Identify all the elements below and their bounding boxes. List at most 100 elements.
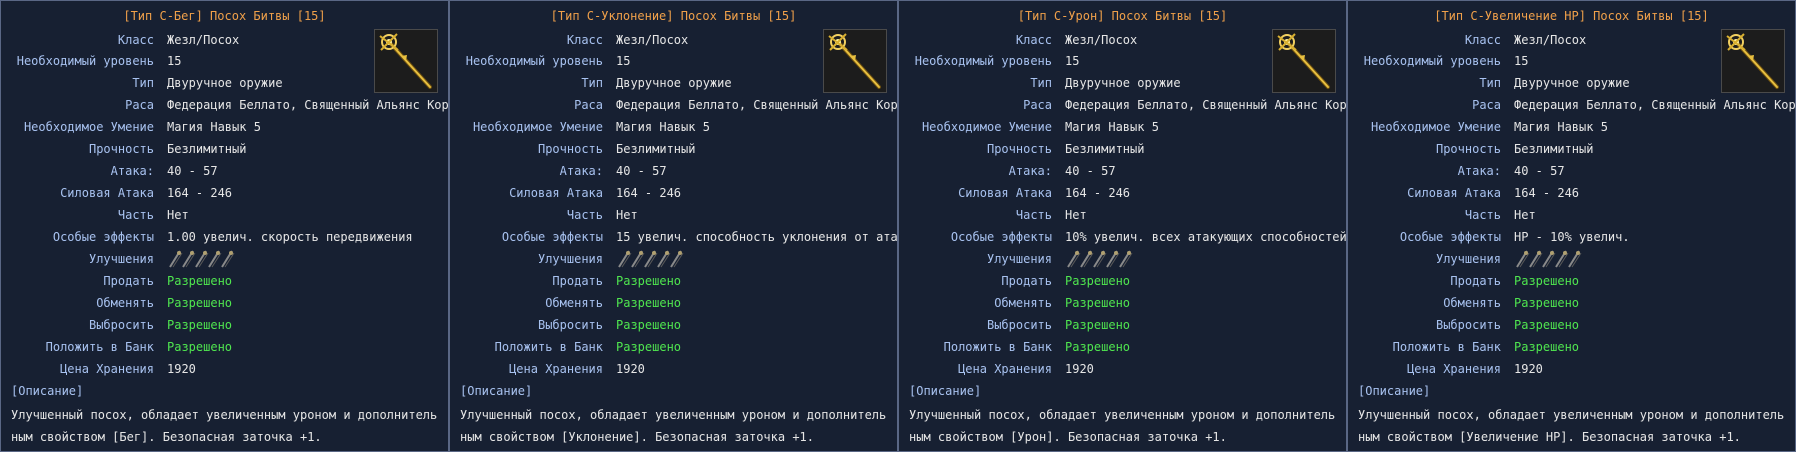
drop-label: Выбросить	[88, 318, 154, 332]
force-attack-value: 164 - 246	[1065, 186, 1131, 200]
level-value: 15	[167, 54, 182, 68]
drop-value: Разрешено	[616, 318, 682, 332]
description-text: Улучшенный посох, обладает увеличенным у…	[11, 408, 438, 444]
storage-price-value: 1920	[616, 362, 645, 376]
durability-value: Безлимитный	[167, 142, 247, 156]
storage-price-value: 1920	[1514, 362, 1543, 376]
bank-value: Разрешено	[616, 340, 682, 354]
attack-value: 40 - 57	[616, 164, 667, 178]
upgrades-label: Улучшения	[88, 252, 154, 266]
force-attack-value: 164 - 246	[616, 186, 682, 200]
part-label: Часть	[1464, 208, 1501, 222]
item-icon-frame	[1272, 29, 1336, 93]
trade-value: Разрешено	[616, 296, 682, 310]
item-tooltip-panel: [Тип С-Уклонение] Посох Битвы [15] Класс…	[449, 0, 898, 452]
force-attack-label: Силовая Атака	[1407, 186, 1501, 200]
golden-staff-icon	[1273, 30, 1335, 92]
upgrades-label: Улучшения	[537, 252, 603, 266]
level-value: 15	[616, 54, 631, 68]
sell-label: Продать	[1001, 274, 1052, 288]
attack-label: Атака:	[559, 164, 603, 178]
attack-label: Атака:	[110, 164, 154, 178]
skill-value: Магия Навык 5	[167, 120, 261, 134]
durability-label: Прочность	[537, 142, 603, 156]
level-label: Необходимый уровень	[465, 54, 603, 68]
trade-label: Обменять	[545, 296, 603, 310]
type-value: Двуручное оружие	[1065, 76, 1181, 90]
item-title: [Тип С-Бег] Посох Битвы [15]	[123, 9, 326, 23]
description-heading: [Описание]	[1358, 384, 1431, 398]
race-label: Раса	[125, 98, 154, 112]
golden-staff-icon	[375, 30, 437, 92]
bank-label: Положить в Банк	[943, 340, 1052, 354]
item-tooltip-list: [Тип С-Бег] Посох Битвы [15] Класс Жезл/…	[0, 0, 1796, 452]
class-value: Жезл/Посох	[1065, 33, 1138, 47]
skill-label: Необходимое Умение	[23, 120, 154, 134]
force-attack-label: Силовая Атака	[60, 186, 154, 200]
trade-label: Обменять	[994, 296, 1052, 310]
attack-value: 40 - 57	[1514, 164, 1565, 178]
sell-label: Продать	[1450, 274, 1501, 288]
force-attack-value: 164 - 246	[1514, 186, 1580, 200]
item-title: [Тип С-Урон] Посох Битвы [15]	[1017, 9, 1228, 23]
effects-label: Особые эффекты	[1399, 230, 1501, 244]
part-value: Нет	[1065, 208, 1087, 222]
class-label: Класс	[117, 33, 154, 47]
effects-label: Особые эффекты	[501, 230, 603, 244]
trade-label: Обменять	[1443, 296, 1501, 310]
trade-value: Разрешено	[1065, 296, 1131, 310]
class-value: Жезл/Посох	[1514, 33, 1587, 47]
part-label: Часть	[566, 208, 603, 222]
race-label: Раса	[1472, 98, 1501, 112]
storage-price-label: Цена Хранения	[60, 362, 154, 376]
item-title: [Тип С-Увеличение HP] Посох Битвы [15]	[1434, 9, 1709, 23]
durability-label: Прочность	[88, 142, 154, 156]
durability-label: Прочность	[1435, 142, 1501, 156]
level-label: Необходимый уровень	[914, 54, 1052, 68]
upgrade-slots	[1514, 249, 1582, 269]
description-text: Улучшенный посох, обладает увеличенным у…	[1358, 408, 1785, 444]
sell-value: Разрешено	[1514, 274, 1580, 288]
description-heading: [Описание]	[909, 384, 982, 398]
class-label: Класс	[1464, 33, 1501, 47]
effects-label: Особые эффекты	[52, 230, 154, 244]
class-value: Жезл/Посох	[616, 33, 689, 47]
drop-value: Разрешено	[167, 318, 233, 332]
skill-label: Необходимое Умение	[921, 120, 1052, 134]
durability-label: Прочность	[986, 142, 1052, 156]
class-value: Жезл/Посох	[167, 33, 240, 47]
effects-value: 15 увелич. способность уклонения от атак	[616, 230, 898, 244]
class-label: Класс	[1015, 33, 1052, 47]
golden-staff-icon	[824, 30, 886, 92]
attack-label: Атака:	[1457, 164, 1501, 178]
storage-price-label: Цена Хранения	[1407, 362, 1501, 376]
drop-label: Выбросить	[986, 318, 1052, 332]
skill-label: Необходимое Умение	[472, 120, 603, 134]
upgrades-label: Улучшения	[986, 252, 1052, 266]
upgrade-slot-icon	[221, 250, 235, 268]
race-label: Раса	[1023, 98, 1052, 112]
effects-value: 10% увелич. всех атакующих способностей	[1065, 230, 1347, 244]
upgrade-slot-icon	[1568, 250, 1582, 268]
description-heading: [Описание]	[11, 384, 84, 398]
effects-label: Особые эффекты	[950, 230, 1052, 244]
part-value: Нет	[1514, 208, 1536, 222]
class-label: Класс	[566, 33, 603, 47]
description-heading: [Описание]	[460, 384, 533, 398]
race-value: Федерация Беллато, Священный Альянс Кора	[1065, 98, 1347, 112]
storage-price-value: 1920	[167, 362, 196, 376]
storage-price-value: 1920	[1065, 362, 1094, 376]
effects-value: HP - 10% увелич.	[1514, 230, 1630, 244]
durability-value: Безлимитный	[1065, 142, 1145, 156]
skill-value: Магия Навык 5	[1514, 120, 1608, 134]
durability-value: Безлимитный	[616, 142, 696, 156]
race-value: Федерация Беллато, Священный Альянс Кора	[616, 98, 898, 112]
force-attack-label: Силовая Атака	[509, 186, 603, 200]
drop-value: Разрешено	[1065, 318, 1131, 332]
item-icon-frame	[1721, 29, 1785, 93]
level-label: Необходимый уровень	[16, 54, 154, 68]
force-attack-label: Силовая Атака	[958, 186, 1052, 200]
skill-value: Магия Навык 5	[1065, 120, 1159, 134]
type-label: Тип	[581, 76, 603, 90]
durability-value: Безлимитный	[1514, 142, 1594, 156]
